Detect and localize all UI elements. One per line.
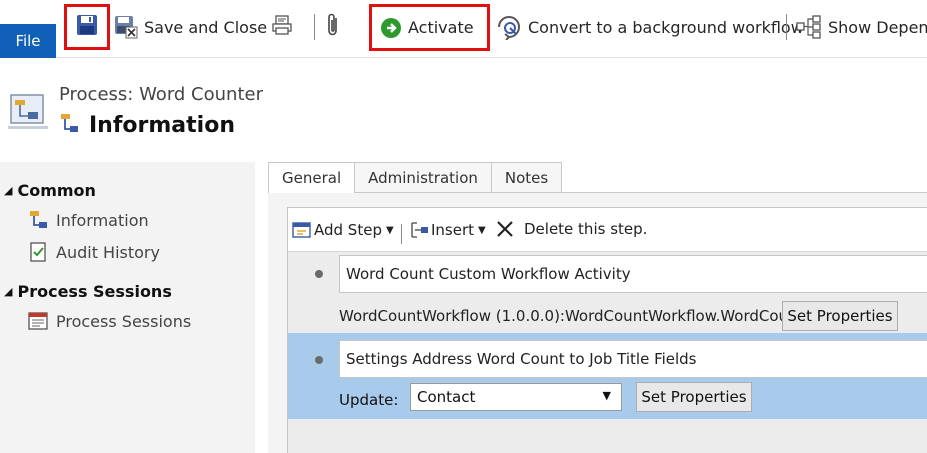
tab-administration[interactable]: Administration <box>355 162 492 193</box>
save-close-icon <box>114 15 138 39</box>
update-label: Update: <box>339 391 399 409</box>
update-entity-value: Contact <box>417 388 476 406</box>
nav-section-label: Process Sessions <box>17 282 172 301</box>
process-designer: Add Step ▼ Insert ▼ Delete this step. Wo… <box>268 193 927 453</box>
nav-section-common[interactable]: ◢ Common <box>4 181 96 200</box>
process-sessions-icon <box>28 311 48 331</box>
dropdown-arrow-icon: ▼ <box>602 389 611 402</box>
update-entity-select[interactable]: Contact ▼ <box>410 383 622 411</box>
form-selector-icon[interactable] <box>59 112 79 138</box>
file-tab[interactable]: File <box>0 24 56 58</box>
tab-general[interactable]: General <box>268 162 356 194</box>
print-icon <box>270 13 294 41</box>
dependencies-icon <box>796 15 822 39</box>
tab-notes[interactable]: Notes <box>491 162 563 193</box>
workflow-step[interactable]: Word Count Custom Workflow Activity Word… <box>288 253 927 333</box>
toolbar-separator <box>401 224 402 244</box>
convert-to-background-workflow-button[interactable]: Convert to a background workflow <box>496 12 804 42</box>
add-step-button[interactable]: Add Step ▼ <box>292 220 394 240</box>
save-and-close-label: Save and Close <box>144 17 268 37</box>
nav-item-process-sessions[interactable]: Process Sessions <box>28 311 191 331</box>
collapse-triangle-icon: ◢ <box>4 184 13 197</box>
form-tabs: General Administration Notes <box>268 162 563 194</box>
insert-label: Insert <box>431 221 475 239</box>
insert-icon <box>409 220 429 240</box>
dropdown-arrow-icon: ▼ <box>385 224 394 236</box>
collapse-triangle-icon: ◢ <box>4 285 13 298</box>
activate-label: Activate <box>408 18 474 37</box>
insert-button[interactable]: Insert ▼ <box>409 220 486 240</box>
attach-file-button[interactable] <box>324 12 342 42</box>
step-name-input[interactable]: Settings Address Word Count to Job Title… <box>339 340 927 378</box>
set-properties-button[interactable]: Set Properties <box>782 301 898 331</box>
left-navigation: ◢ Common Information Audit History ◢ Pro… <box>0 162 255 453</box>
step-activity-type: WordCountWorkflow (1.0.0.0):WordCountWor… <box>339 307 804 325</box>
delete-x-icon <box>496 220 514 238</box>
show-dependencies-label: Show Depende <box>828 17 927 37</box>
nav-section-process-sessions[interactable]: ◢ Process Sessions <box>4 282 172 301</box>
activate-icon <box>380 17 402 39</box>
step-bullet-icon <box>315 270 323 278</box>
designer-canvas: Add Step ▼ Insert ▼ Delete this step. Wo… <box>287 207 927 453</box>
workflow-step-selected[interactable]: Settings Address Word Count to Job Title… <box>288 333 927 419</box>
information-form-icon <box>28 210 48 230</box>
add-step-icon <box>292 220 312 240</box>
nav-item-label: Process Sessions <box>56 311 192 331</box>
form-title: Information <box>89 112 235 138</box>
save-icon <box>76 14 98 40</box>
print-button[interactable] <box>270 12 294 42</box>
audit-history-icon <box>28 242 48 262</box>
paperclip-icon <box>324 12 342 42</box>
nav-item-label: Audit History <box>56 242 160 262</box>
step-toolbar: Add Step ▼ Insert ▼ Delete this step. <box>288 208 927 252</box>
save-button[interactable] <box>64 4 110 50</box>
process-entity-icon <box>8 92 48 136</box>
form-title-row: Information <box>59 112 235 138</box>
step-name-input[interactable]: Word Count Custom Workflow Activity <box>339 255 927 293</box>
delete-step-label: Delete this step. <box>524 220 648 238</box>
nav-item-audit-history[interactable]: Audit History <box>28 242 160 262</box>
save-and-close-button[interactable]: Save and Close <box>114 12 267 42</box>
dropdown-arrow-icon: ▼ <box>478 224 486 236</box>
nav-item-label: Information <box>56 210 149 230</box>
set-properties-button[interactable]: Set Properties <box>636 382 752 412</box>
activate-button[interactable]: Activate <box>369 4 490 51</box>
convert-label: Convert to a background workflow <box>528 17 804 37</box>
show-dependencies-button[interactable]: Show Depende <box>796 12 927 42</box>
nav-item-information[interactable]: Information <box>28 210 149 230</box>
entity-type-label: Process: Word Counter <box>59 84 263 105</box>
ribbon-separator <box>314 14 315 40</box>
ribbon-separator <box>786 14 787 40</box>
command-ribbon: File Save and Close Activate Convert to … <box>0 0 927 58</box>
delete-step-button[interactable]: Delete this step. <box>496 220 647 238</box>
nav-section-label: Common <box>17 181 96 200</box>
add-step-label: Add Step <box>314 221 382 239</box>
convert-workflow-icon <box>496 14 522 40</box>
step-bullet-icon <box>315 356 323 364</box>
